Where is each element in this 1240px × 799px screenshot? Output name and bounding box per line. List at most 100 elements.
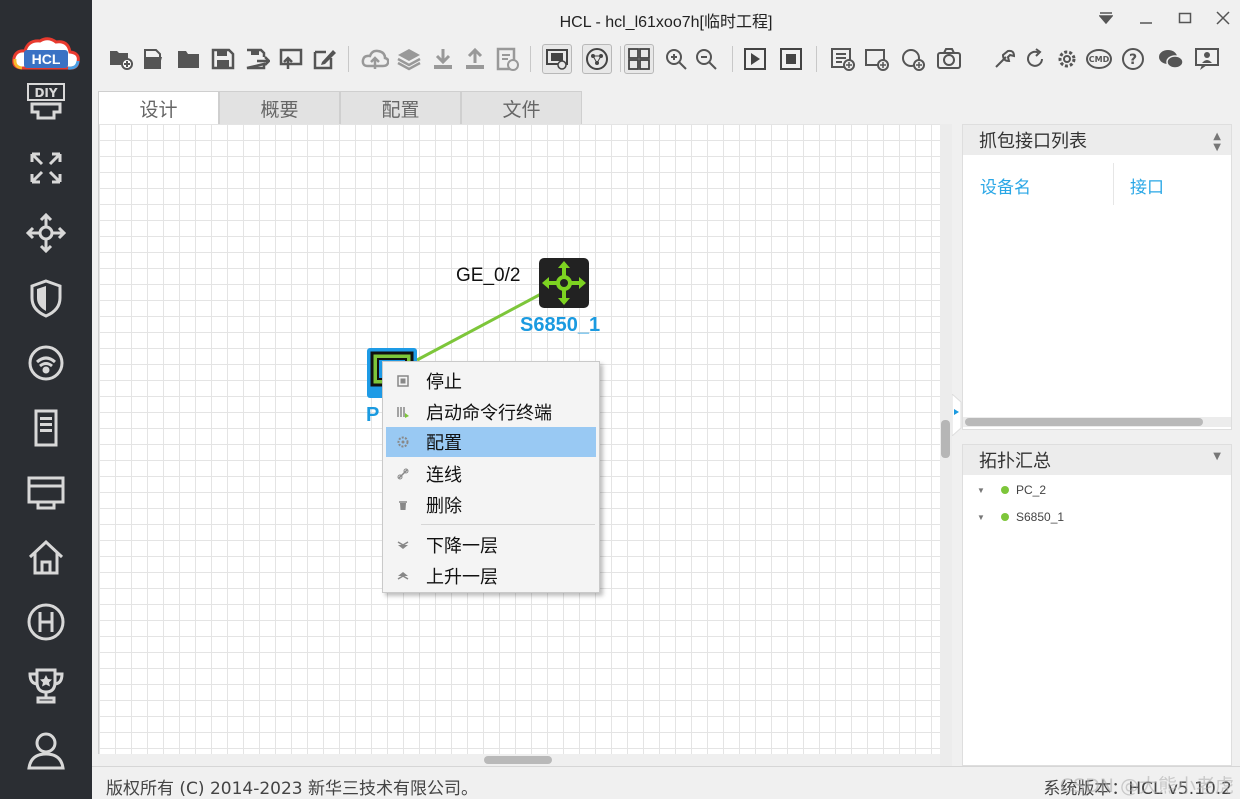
trophy-icon[interactable] [22,662,70,710]
chevron-down-icon[interactable] [1094,6,1118,30]
menu-item-terminal[interactable]: 启动命令行终端 [386,397,596,427]
menu-item-label: 删除 [426,496,462,517]
add-note-icon[interactable] [898,44,928,74]
diy-icon[interactable]: DIY [22,78,70,126]
home-icon[interactable] [22,533,70,581]
canvas-vertical-thumb[interactable] [941,420,950,458]
network-icon[interactable] [22,468,70,516]
menu-item-label: 下降一层 [426,536,498,557]
stop-all-icon[interactable] [776,44,806,74]
layer-down-icon [396,538,410,552]
open-project-icon[interactable] [140,44,170,74]
port-label: GE_0/2 [456,265,521,286]
topology-view-icon[interactable] [582,44,612,74]
close-icon[interactable] [1211,6,1235,30]
status-dot [1001,486,1009,494]
switch-icon[interactable] [22,209,70,257]
toolbar-separator [348,46,349,72]
capture-panel-hscroll[interactable] [963,417,1231,427]
save-icon[interactable] [208,44,238,74]
switch-icon [542,261,586,305]
canvas-horizontal-thumb[interactable] [484,756,552,764]
console-list-icon[interactable] [828,44,858,74]
collapse-icon[interactable]: ▼ [1213,451,1221,462]
new-project-icon[interactable] [106,44,136,74]
title-bar: HCL - hcl_l61xoo7h[临时工程] [92,0,1240,36]
tab-files[interactable]: 文件 [461,91,582,124]
gear-icon [396,435,410,449]
panel-toggle[interactable] [951,392,962,438]
expand-arrow-icon[interactable]: ▼ [977,513,987,522]
copyright-text: 版权所有 (C) 2014-2023 新华三技术有限公司。 [106,779,479,799]
link-icon [396,467,410,481]
menu-item-layer-down[interactable]: 下降一层 [386,530,596,560]
cloud-icon[interactable] [360,44,390,74]
h-icon[interactable] [22,598,70,646]
window-title: HCL - hcl_l61xoo7h[临时工程] [559,14,773,31]
zoom-in-icon[interactable] [662,44,692,74]
capture-panel-header: 抓包接口列表 ▲ ▼ [963,125,1231,155]
tab-overview[interactable]: 概要 [219,91,340,124]
grid-view-icon[interactable] [624,44,654,74]
menu-item-link[interactable]: 连线 [386,459,596,489]
screenshot-view-icon[interactable] [542,44,572,74]
stop-icon [396,374,410,388]
right-panel: 抓包接口列表 ▲ ▼ 设备名 接口 拓扑汇总 ▼ ▼ PC_2 ▼ S6850_… [951,124,1240,766]
zoom-out-icon[interactable] [692,44,722,74]
download-icon[interactable] [428,44,458,74]
edit-icon[interactable] [310,44,340,74]
gear-icon[interactable] [1052,44,1082,74]
tree-item-switch[interactable]: ▼ S6850_1 [977,510,1064,524]
minimize-icon[interactable] [1134,6,1158,30]
wechat-icon[interactable] [1156,44,1186,74]
wireless-icon[interactable] [22,339,70,387]
start-all-icon[interactable] [740,44,770,74]
log-icon[interactable] [492,44,522,74]
column-device-name[interactable]: 设备名 [980,173,1031,198]
layers-icon[interactable] [394,44,424,74]
menu-separator [421,524,595,525]
menu-item-layer-up[interactable]: 上升一层 [386,561,596,591]
menu-item-stop[interactable]: 停止 [386,366,596,396]
menu-item-label: 连线 [426,465,462,486]
server-icon[interactable] [22,404,70,452]
tab-design[interactable]: 设计 [98,91,219,124]
svg-text:?: ? [1129,52,1137,68]
column-interface[interactable]: 接口 [1130,173,1164,198]
refresh-icon[interactable] [1020,44,1050,74]
open-folder-icon[interactable] [174,44,204,74]
menu-item-label: 启动命令行终端 [426,403,552,424]
expand-arrow-icon[interactable]: ▼ [977,486,987,495]
menu-item-config[interactable]: 配置 [386,427,596,457]
collapse-icon[interactable]: ▲ ▼ [1213,131,1221,153]
tab-config[interactable]: 配置 [340,91,461,124]
save-as-icon[interactable] [242,44,272,74]
tree-item-pc[interactable]: ▼ PC_2 [977,483,1046,497]
logo-text: HCL [32,51,61,67]
export-icon[interactable] [276,44,306,74]
user-icon[interactable] [22,726,70,774]
help-icon[interactable]: ? [1118,44,1148,74]
menu-item-delete[interactable]: 删除 [386,490,596,520]
tree-item-label: S6850_1 [1016,510,1065,524]
status-dot [1001,513,1009,521]
toolbar-separator [620,46,621,72]
capture-panel-hthumb[interactable] [965,418,1203,426]
menu-item-label: 停止 [426,372,462,393]
firewall-icon[interactable] [22,274,70,322]
topology-panel-header: 拓扑汇总 ▼ [963,445,1231,475]
tools-icon[interactable] [990,44,1020,74]
topology-panel-title: 拓扑汇总 [979,451,1051,472]
router-icon[interactable] [22,144,70,192]
context-menu: 停止 启动命令行终端 配置 连线 删除 下降一层 上升一层 [382,361,600,593]
upload-icon[interactable] [460,44,490,74]
camera-icon[interactable] [934,44,964,74]
terminal-icon [396,405,410,419]
switch-device[interactable] [539,258,589,308]
tree-item-label: PC_2 [1016,483,1047,497]
toolbar-separator [732,46,733,72]
add-device-icon[interactable] [862,44,892,74]
feedback-icon[interactable] [1192,44,1222,74]
cmd-icon[interactable]: CMD [1084,44,1114,74]
maximize-icon[interactable] [1173,6,1197,30]
